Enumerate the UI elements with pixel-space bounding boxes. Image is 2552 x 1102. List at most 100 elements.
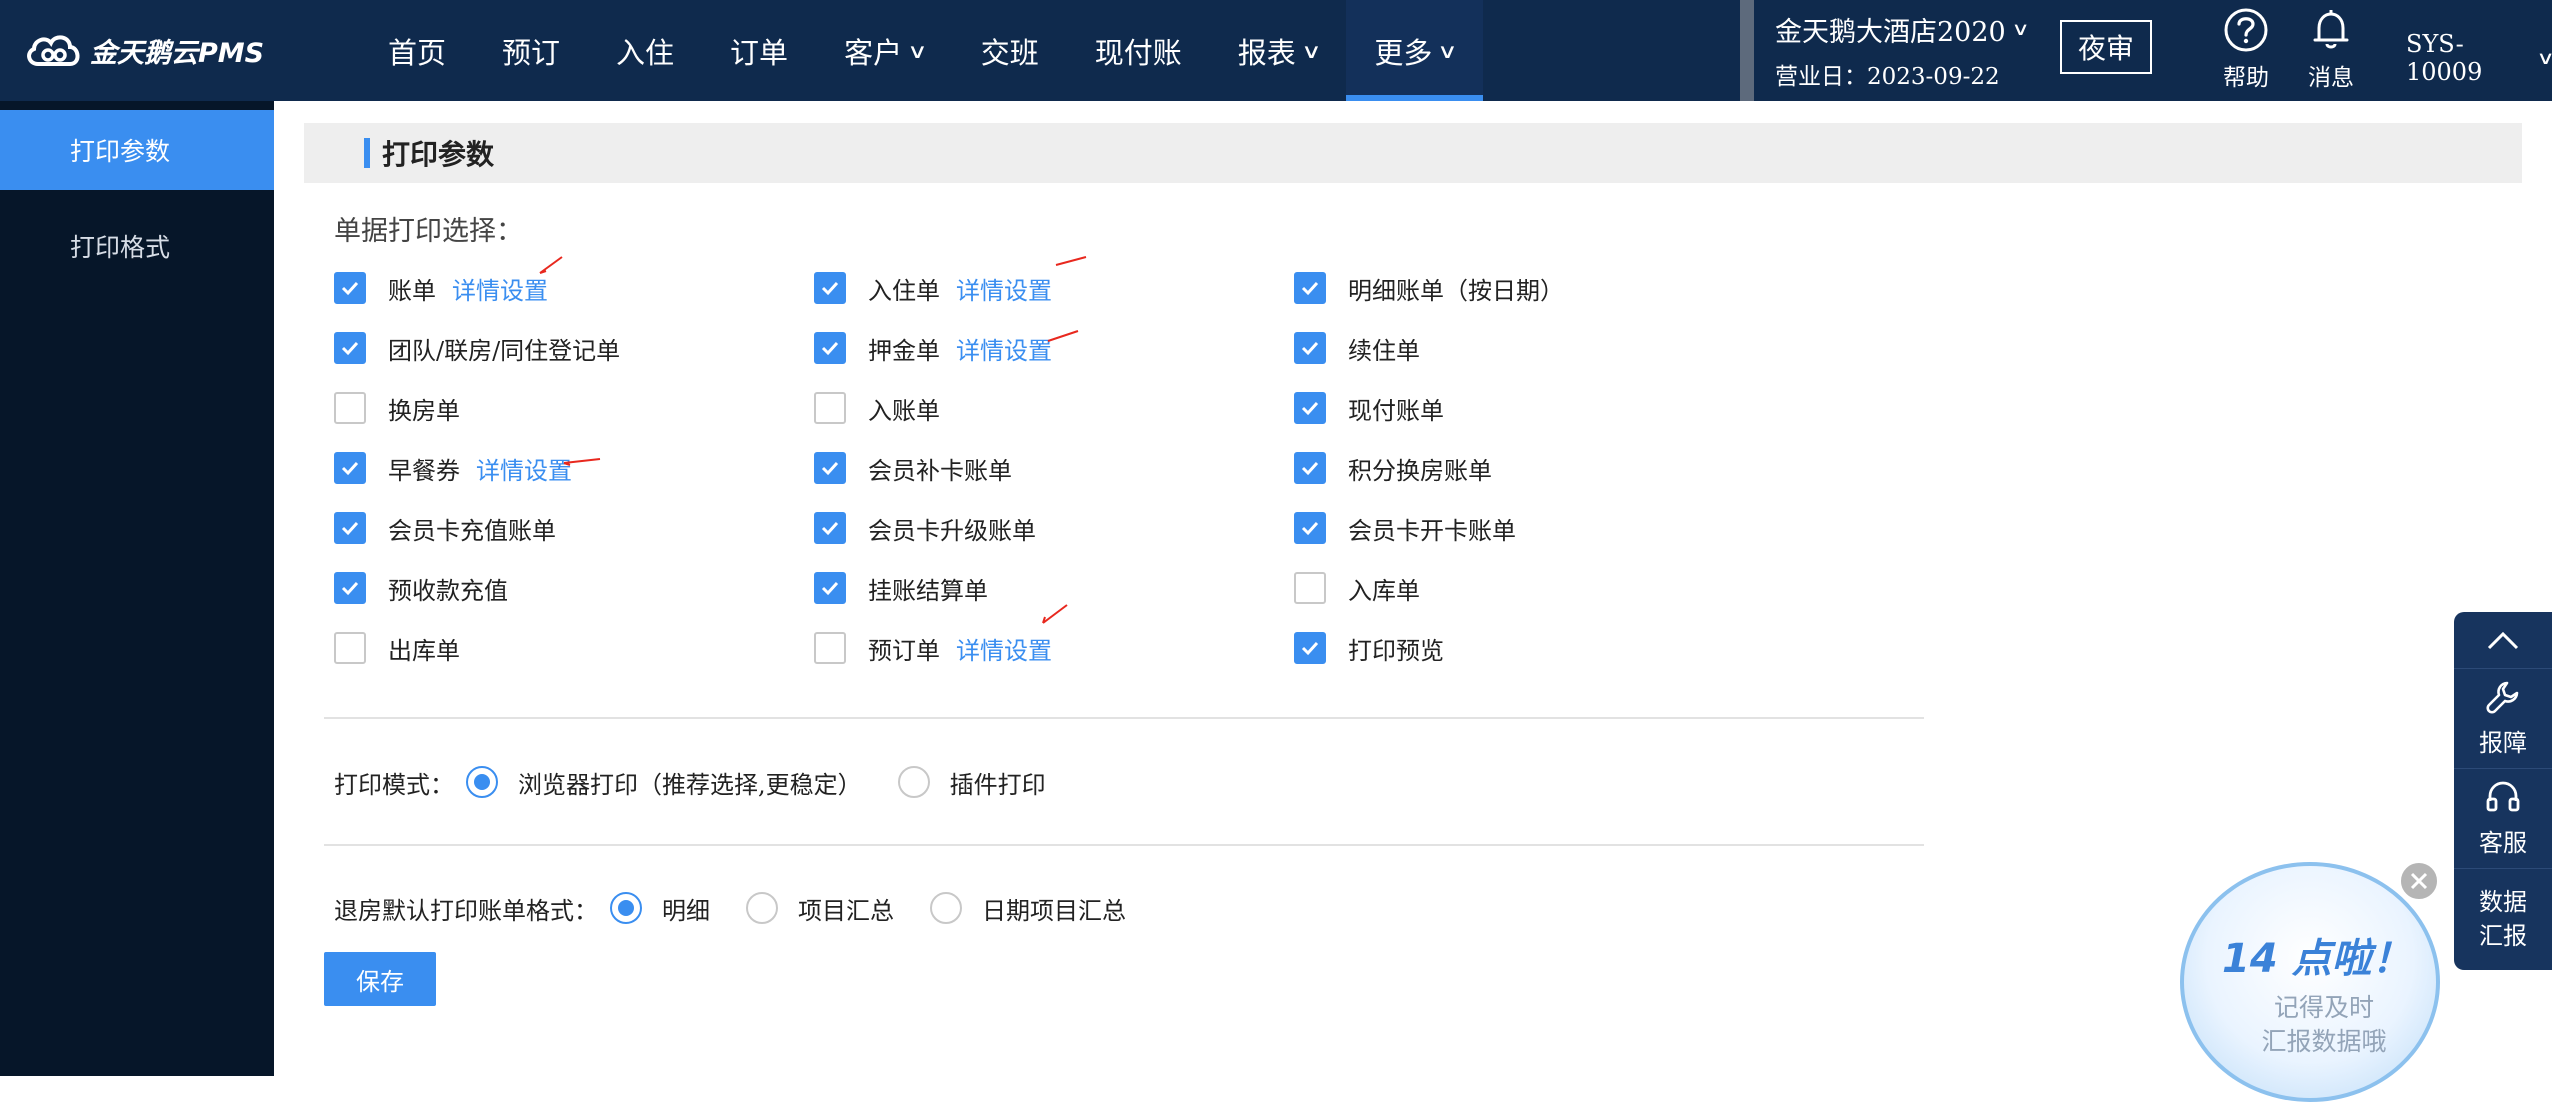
print-option: 预订单 详情设置 bbox=[814, 631, 1052, 665]
nav-label: 更多 bbox=[1374, 35, 1433, 70]
cloud-logo-icon bbox=[27, 35, 80, 66]
chevron-down-icon: ∨ bbox=[2011, 19, 2030, 40]
nav-checkin[interactable]: 入住 bbox=[588, 0, 702, 101]
bell-icon bbox=[2313, 10, 2349, 49]
checkbox[interactable] bbox=[814, 572, 846, 604]
headset-icon bbox=[2486, 781, 2520, 812]
print-option-label: 团队/联房/同住登记单 bbox=[388, 336, 621, 365]
check-icon bbox=[821, 341, 839, 356]
checkbox[interactable] bbox=[814, 272, 846, 304]
checkbox[interactable] bbox=[334, 632, 366, 664]
report-issue-button[interactable]: 报障 bbox=[2454, 668, 2552, 768]
checkbox[interactable] bbox=[334, 572, 366, 604]
help-button[interactable]: 帮助 bbox=[2211, 6, 2281, 92]
radio-label: 插件打印 bbox=[949, 770, 1046, 799]
radio-date-item-summary[interactable] bbox=[930, 892, 962, 924]
data-report-button[interactable]: 数据 汇报 bbox=[2454, 868, 2552, 968]
print-option-label: 会员卡充值账单 bbox=[388, 516, 556, 545]
sidebar-item-print-format[interactable]: 打印格式 bbox=[0, 206, 274, 286]
chevron-down-icon: ∨ bbox=[2536, 48, 2552, 69]
print-option: 预收款充值 bbox=[334, 571, 508, 605]
annotation-arrow-icon bbox=[1055, 256, 1087, 266]
nav-reservation[interactable]: 预订 bbox=[474, 0, 588, 101]
check-icon bbox=[1301, 521, 1319, 536]
brand-name: 金天鹅云PMS bbox=[90, 37, 265, 69]
sidebar-item-label: 打印格式 bbox=[70, 233, 171, 262]
check-icon bbox=[341, 461, 359, 476]
nav-more[interactable]: 更多 ∨ bbox=[1346, 0, 1484, 101]
chevron-down-icon: ∨ bbox=[907, 38, 928, 63]
print-option-label: 出库单 bbox=[388, 636, 460, 665]
brand-logo[interactable]: 金天鹅云PMS bbox=[24, 28, 264, 72]
checkbox[interactable] bbox=[814, 332, 846, 364]
reminder-line1: 记得及时 bbox=[2273, 993, 2374, 1022]
checkbox[interactable] bbox=[334, 272, 366, 304]
check-icon bbox=[821, 521, 839, 536]
checkbox[interactable] bbox=[1294, 452, 1326, 484]
detail-settings-link[interactable]: 详情设置 bbox=[476, 451, 572, 486]
print-option-label: 续住单 bbox=[1348, 336, 1420, 365]
checkbox[interactable] bbox=[1294, 332, 1326, 364]
checkbox[interactable] bbox=[1294, 392, 1326, 424]
print-option-label: 打印预览 bbox=[1348, 636, 1444, 665]
nav-customers[interactable]: 客户 ∨ bbox=[816, 0, 953, 101]
close-reminder-button[interactable] bbox=[2398, 860, 2440, 902]
radio-detail[interactable] bbox=[610, 892, 642, 924]
divider bbox=[324, 717, 1924, 719]
checkbox[interactable] bbox=[814, 452, 846, 484]
checkbox[interactable] bbox=[334, 392, 366, 424]
hotel-selector[interactable]: 金天鹅大酒店2020 ∨ 营业日：2023-09-22 bbox=[1775, 10, 2030, 91]
checkbox[interactable] bbox=[814, 632, 846, 664]
checkbox[interactable] bbox=[814, 512, 846, 544]
save-button[interactable]: 保存 bbox=[324, 952, 436, 1006]
detail-settings-link[interactable]: 详情设置 bbox=[452, 271, 548, 306]
radio-plugin-print[interactable] bbox=[897, 766, 930, 798]
checkbox[interactable] bbox=[1294, 272, 1326, 304]
radio-item-summary[interactable] bbox=[746, 892, 778, 924]
checkbox[interactable] bbox=[334, 452, 366, 484]
user-menu[interactable]: SYS-10009 ∨ bbox=[2406, 30, 2552, 86]
report-issue-label: 报障 bbox=[2479, 729, 2527, 757]
checkbox[interactable] bbox=[1294, 632, 1326, 664]
business-date: 营业日：2023-09-22 bbox=[1775, 64, 2000, 90]
user-name: SYS-10009 bbox=[2406, 30, 2483, 86]
check-icon bbox=[341, 281, 359, 296]
nav-reports[interactable]: 报表 ∨ bbox=[1210, 0, 1347, 101]
sidebar-item-print-params[interactable]: 打印参数 bbox=[0, 110, 274, 190]
check-icon bbox=[341, 581, 359, 596]
detail-settings-link[interactable]: 详情设置 bbox=[956, 331, 1052, 366]
checkbox[interactable] bbox=[334, 512, 366, 544]
check-icon bbox=[821, 581, 839, 596]
check-icon bbox=[1301, 641, 1319, 656]
annotation-arrow-icon bbox=[1047, 330, 1079, 342]
nav-cash-account[interactable]: 现付账 bbox=[1067, 0, 1210, 101]
annotation-arrow-icon bbox=[539, 256, 563, 274]
radio-label: 项目汇总 bbox=[798, 896, 894, 925]
reminder-popup[interactable]: 14 点啦！ 记得及时 汇报数据哦 bbox=[2180, 862, 2440, 1102]
nav-shift-handover[interactable]: 交班 bbox=[953, 0, 1067, 101]
checkbox[interactable] bbox=[334, 332, 366, 364]
nav-home[interactable]: 首页 bbox=[360, 0, 474, 101]
detail-settings-link[interactable]: 详情设置 bbox=[956, 631, 1052, 666]
main-nav: 首页 预订 入住 订单 客户 ∨ 交班 现付账 报表 ∨ 更多 ∨ bbox=[360, 0, 1484, 101]
print-option-label: 早餐券 bbox=[388, 456, 460, 485]
scroll-top-button[interactable] bbox=[2454, 612, 2552, 668]
radio-browser-print[interactable] bbox=[466, 766, 498, 798]
checkbox[interactable] bbox=[1294, 572, 1326, 604]
nav-orders[interactable]: 订单 bbox=[702, 0, 816, 101]
customer-service-button[interactable]: 客服 bbox=[2454, 768, 2552, 868]
messages-label: 消息 bbox=[2308, 65, 2354, 91]
reminder-headline: 14 点啦！ bbox=[2222, 936, 2412, 982]
print-option: 积分换房账单 bbox=[1294, 451, 1492, 485]
nav-label: 客户 bbox=[844, 35, 903, 70]
checkbox[interactable] bbox=[1294, 512, 1326, 544]
detail-settings-link[interactable]: 详情设置 bbox=[956, 271, 1052, 306]
checkbox[interactable] bbox=[814, 392, 846, 424]
messages-button[interactable]: 消息 bbox=[2296, 6, 2366, 92]
data-report-label-line2: 汇报 bbox=[2479, 921, 2527, 950]
radio-label: 明细 bbox=[662, 896, 710, 925]
night-audit-button[interactable]: 夜审 bbox=[2060, 20, 2152, 74]
print-option: 续住单 bbox=[1294, 331, 1420, 365]
nav-label: 交班 bbox=[980, 35, 1039, 70]
chevron-up-icon bbox=[2487, 631, 2519, 650]
